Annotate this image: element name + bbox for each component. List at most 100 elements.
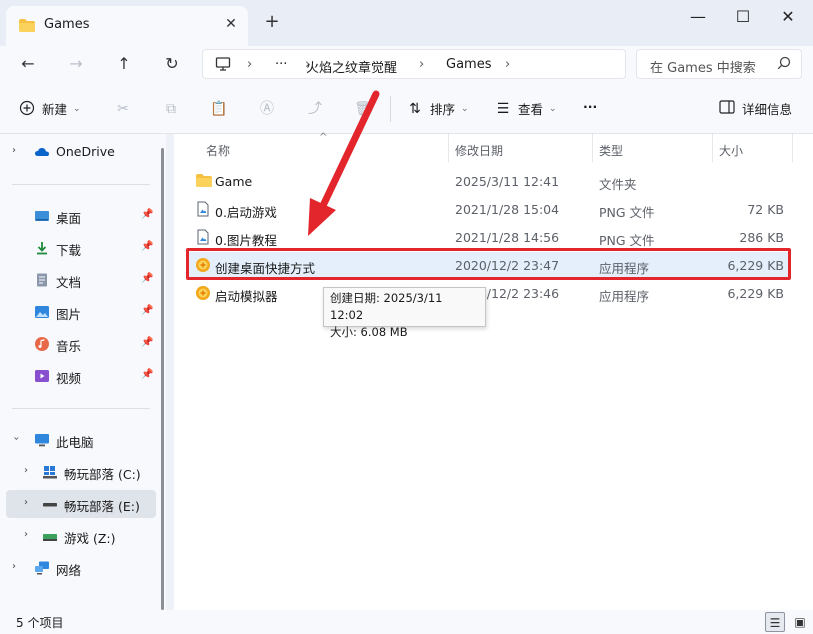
file-name: Game <box>215 174 253 189</box>
sidebar-item-downloads[interactable]: 下载 📌 <box>0 234 158 262</box>
file-row[interactable]: Game 2025/3/11 12:41 文件夹 <box>188 168 788 194</box>
column-divider[interactable] <box>712 134 713 162</box>
sidebar-item-label: 桌面 <box>56 211 82 226</box>
tiles-view-icon[interactable]: ▣ <box>790 612 810 632</box>
folder-icon <box>195 173 212 189</box>
new-button[interactable]: 新建 ⌄ <box>18 99 81 118</box>
pin-icon: 📌 <box>141 273 154 284</box>
file-type: 应用程序 <box>599 289 650 304</box>
file-row[interactable]: 0.图片教程 2021/1/28 14:56 PNG 文件 286 KB <box>188 224 788 250</box>
new-tab-button[interactable]: + <box>262 12 282 32</box>
search-icon[interactable] <box>777 56 791 73</box>
toolbar-divider <box>390 96 391 122</box>
image-file-icon <box>195 229 211 245</box>
file-type: PNG 文件 <box>599 233 655 248</box>
drive-icon <box>42 496 58 512</box>
details-pane-icon <box>718 99 736 118</box>
new-label: 新建 <box>42 102 68 117</box>
chevron-right-icon[interactable]: › <box>24 465 28 476</box>
sidebar-item-label: 网络 <box>56 563 82 578</box>
sort-button[interactable]: ⇅ 排序 ⌄ <box>406 99 468 118</box>
windows-drive-icon <box>42 464 58 480</box>
view-button[interactable]: ☰ 查看 ⌄ <box>494 99 557 118</box>
sidebar-item-drive-c[interactable]: › 畅玩部落 (C:) <box>0 458 158 486</box>
chevron-right-icon[interactable]: › <box>12 145 16 156</box>
sidebar-item-this-pc[interactable]: › 此电脑 <box>0 426 158 454</box>
sort-label: 排序 <box>430 102 456 117</box>
paste-icon[interactable]: 📋 <box>210 100 228 118</box>
minimize-button[interactable]: — <box>683 6 713 28</box>
search-box[interactable]: 在 Games 中搜索 <box>636 49 802 79</box>
chevron-right-icon[interactable]: › <box>24 497 28 508</box>
file-row[interactable]: 0.启动游戏 2021/1/28 15:04 PNG 文件 72 KB <box>188 196 788 222</box>
tab-games[interactable]: Games ✕ <box>6 6 248 46</box>
pin-icon: 📌 <box>141 337 154 348</box>
highlight-box <box>186 248 791 280</box>
column-header-name[interactable]: 名称 <box>206 142 230 159</box>
app-icon <box>195 285 211 301</box>
chevron-down-icon: ⌄ <box>73 103 81 114</box>
back-button[interactable]: ← <box>16 54 40 76</box>
navigation-pane: › OneDrive 桌面 📌 下载 📌 文档 📌 图片 📌 音乐 📌 视频 📌… <box>0 134 166 610</box>
plus-circle-icon <box>18 100 36 118</box>
chevron-right-icon[interactable]: › <box>24 529 28 540</box>
sidebar-item-music[interactable]: 音乐 📌 <box>0 330 158 358</box>
breadcrumb-item-fire-emblem[interactable]: 火焰之纹章觉醒 <box>306 57 397 76</box>
sidebar-item-pictures[interactable]: 图片 📌 <box>0 298 158 326</box>
breadcrumb-more-button[interactable]: ··· <box>275 57 287 72</box>
maximize-button[interactable]: ☐ <box>728 6 758 28</box>
details-label: 详细信息 <box>742 102 793 117</box>
file-name: 0.启动游戏 <box>215 205 277 220</box>
sidebar-item-label: 图片 <box>56 307 82 322</box>
sidebar-divider <box>12 184 150 185</box>
chevron-right-icon[interactable]: › <box>12 561 16 572</box>
close-window-button[interactable]: ✕ <box>773 6 803 28</box>
sidebar-item-documents[interactable]: 文档 📌 <box>0 266 158 294</box>
search-placeholder[interactable]: 在 Games 中搜索 <box>650 57 756 76</box>
network-drive-icon <box>42 528 58 544</box>
column-divider[interactable] <box>792 134 793 162</box>
forward-button[interactable]: → <box>64 54 88 76</box>
breadcrumb-item-games[interactable]: Games <box>446 57 491 72</box>
computer-icon <box>34 432 50 448</box>
refresh-button[interactable]: ↻ <box>160 54 184 76</box>
details-pane-button[interactable]: 详细信息 <box>718 99 792 118</box>
file-size: 6,229 KB <box>727 286 784 301</box>
sidebar-item-network[interactable]: › 网络 <box>0 554 158 582</box>
sidebar-item-drive-e[interactable]: › 畅玩部落 (E:) <box>6 490 156 518</box>
file-type: PNG 文件 <box>599 205 655 220</box>
sidebar-item-label: 文档 <box>56 275 82 290</box>
sidebar-item-videos[interactable]: 视频 📌 <box>0 362 158 390</box>
pictures-icon <box>34 304 50 320</box>
sidebar-scrollbar[interactable] <box>161 148 164 610</box>
sidebar-item-label: 下载 <box>56 243 82 258</box>
sort-icon: ⇅ <box>409 100 421 117</box>
up-button[interactable]: ↑ <box>112 54 136 76</box>
sidebar-item-desktop[interactable]: 桌面 📌 <box>0 202 158 230</box>
sidebar-item-onedrive[interactable]: › OneDrive <box>0 138 158 166</box>
image-file-icon <box>195 201 211 217</box>
chevron-down-icon[interactable]: › <box>11 437 22 441</box>
column-header-type[interactable]: 类型 <box>599 142 623 159</box>
details-view-icon[interactable]: ☰ <box>765 612 785 632</box>
file-row[interactable]: 启动模拟器 2020/12/2 23:46 应用程序 6,229 KB <box>188 280 788 306</box>
desktop-icon <box>34 208 50 224</box>
file-name: 启动模拟器 <box>215 289 278 304</box>
cloud-icon <box>34 144 50 160</box>
copy-icon[interactable]: ⧉ <box>162 100 180 118</box>
sidebar-item-drive-z[interactable]: › 游戏 (Z:) <box>0 522 158 550</box>
more-options-button[interactable]: ··· <box>583 99 597 114</box>
download-icon <box>34 240 50 256</box>
file-name: 0.图片教程 <box>215 233 277 248</box>
close-tab-icon[interactable]: ✕ <box>222 15 240 33</box>
cut-icon[interactable]: ✂ <box>114 100 132 118</box>
address-bar[interactable]: › ··· › 火焰之纹章觉醒 › Games › <box>202 49 626 79</box>
column-header-size[interactable]: 大小 <box>719 142 743 159</box>
view-label: 查看 <box>518 102 544 117</box>
chevron-right-icon: › <box>505 57 511 72</box>
rename-icon[interactable]: Ⓐ <box>258 100 276 118</box>
column-divider[interactable] <box>448 134 449 162</box>
column-divider[interactable] <box>592 134 593 162</box>
sidebar-item-label: 畅玩部落 (E:) <box>64 499 140 514</box>
column-header-date[interactable]: 修改日期 <box>455 142 503 159</box>
